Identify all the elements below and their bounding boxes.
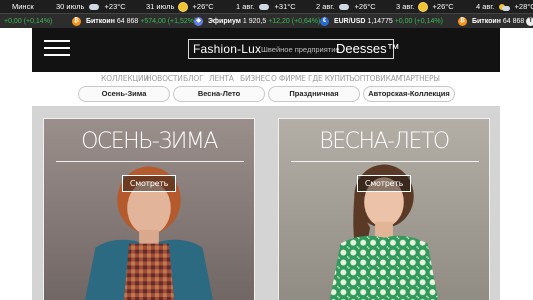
collection-card-spring-summer[interactable]: Весна-Лето Смотреть [278,118,490,300]
tab-festive[interactable]: Праздничная [268,86,360,102]
ticker-item[interactable]: ₿ Биткоин 64 868 +574,00 (+1,52%) [72,14,196,28]
weather-temp: +26°C [354,2,376,11]
view-button[interactable]: Смотреть [357,175,411,192]
weather-date: 1 авг. [236,2,255,11]
weather-temp: +23°C [104,2,126,11]
logo-brand: Deesses™ [336,41,400,56]
nav-item-about[interactable]: О фирме [271,74,306,83]
main-nav: Коллекции Новости Блог Лента Бизнес О фи… [32,73,500,85]
weather-date: 4 авг. [476,2,495,11]
weather-date: 3 авг. [396,2,415,11]
weather-day: 2 авг. +26°C [316,0,376,13]
card-divider [291,161,479,162]
nav-item-collections[interactable]: Коллекции [101,74,149,83]
collection-card-autumn-winter[interactable]: Осень-Зима Смотреть [43,118,255,300]
site-header: Fashion-Lux Швейное предприятие Deesses™ [32,28,500,72]
logo-tagline: Швейное предприятие [261,45,340,54]
ticker-change: +12,20 (+0,64%) [268,18,321,25]
cloud-icon [339,4,350,11]
site-logo[interactable]: Fashion-Lux Швейное предприятие Deesses™ [188,39,400,59]
ticker-change: +0,00 (+0,14%) [394,18,443,25]
nav-item-news[interactable]: Новости [146,74,183,83]
weather-bar: Минск 30 июль +23°C 31 июль +26°C 1 авг.… [0,0,533,13]
ticker-lead-change: +0,00 (+0,14%) [4,18,53,25]
weather-day: 1 авг. +31°C [236,0,296,13]
tab-author-collection[interactable]: Авторская-Коллекция [363,86,455,102]
weather-day: 3 авг. +26°C [396,0,454,13]
category-tabs: Осень-Зима Весна-Лето Праздничная Авторс… [0,86,533,104]
weather-temp: +31°C [274,2,296,11]
bitcoin-icon: ₿ [72,16,81,26]
nav-item-business[interactable]: Бизнес [240,74,270,83]
ticker-item[interactable]: ₿ Биткоин 64 868 T [458,14,533,28]
nav-item-blog[interactable]: Блог [183,74,204,83]
logo-name: Fashion-Lux [193,42,262,56]
ticker-item[interactable]: ◆ Эфириум 1 920,5 +12,20 (+0,64%) [194,14,320,28]
nav-item-wholesale[interactable]: Оптовикам [354,74,402,83]
weather-day: 30 июль +23°C [56,0,126,13]
ticker-name: Эфириум [207,18,241,25]
view-button[interactable]: Смотреть [122,175,176,192]
card-divider [56,161,244,162]
ticker-value: 1,14775 [367,18,393,25]
nav-item-partners[interactable]: Партнеры [400,74,440,83]
tab-autumn-winter[interactable]: Осень-Зима [78,86,170,102]
ticker-value: 64 868 [116,18,139,25]
weather-city: Минск [12,2,34,11]
card-title: Весна-Лето [319,129,450,154]
sun-icon [179,3,188,12]
ticker-change: +574,00 (+1,52%) [140,18,197,25]
ethereum-icon: ◆ [194,16,203,26]
cloud-icon [259,4,270,11]
weather-day: 31 июль +26°C [146,0,214,13]
ticker-item[interactable]: € EUR/USD 1,14775 +0,00 (+0,14%) [320,14,443,28]
sun-cloud-icon [499,3,511,11]
ticker-value: 1 920,5 [242,18,267,25]
ticker-badge-icon: T [526,16,533,26]
weather-temp: +28°C [514,2,533,11]
ticker-name: Биткоин [471,18,501,25]
weather-day: 4 авг. +28°C [476,0,533,13]
nav-item-feed[interactable]: Лента [209,74,234,83]
tab-spring-summer[interactable]: Весна-Лето [173,86,265,102]
weather-date: 30 июль [56,2,85,11]
hamburger-menu-icon[interactable] [44,40,70,56]
sun-icon [419,3,428,12]
weather-date: 31 июль [146,2,175,11]
weather-temp: +26°C [432,2,454,11]
bitcoin-icon: ₿ [458,16,467,26]
nav-item-where-to-buy[interactable]: Где купить [308,74,355,83]
weather-temp: +26°C [192,2,214,11]
ticker-name: EUR/USD [333,18,366,25]
ticker-value: 64 868 [502,18,525,25]
collections-section: Осень-Зима Смотреть [32,106,500,300]
weather-date: 2 авг. [316,2,335,11]
ticker-name: Биткоин [85,18,115,25]
cloud-icon [89,4,100,11]
currency-ticker: +0,00 (+0,14%) ₿ Биткоин 64 868 +574,00 … [0,13,533,28]
card-title: Осень-Зима [81,129,218,154]
eur-usd-icon: € [320,16,329,26]
